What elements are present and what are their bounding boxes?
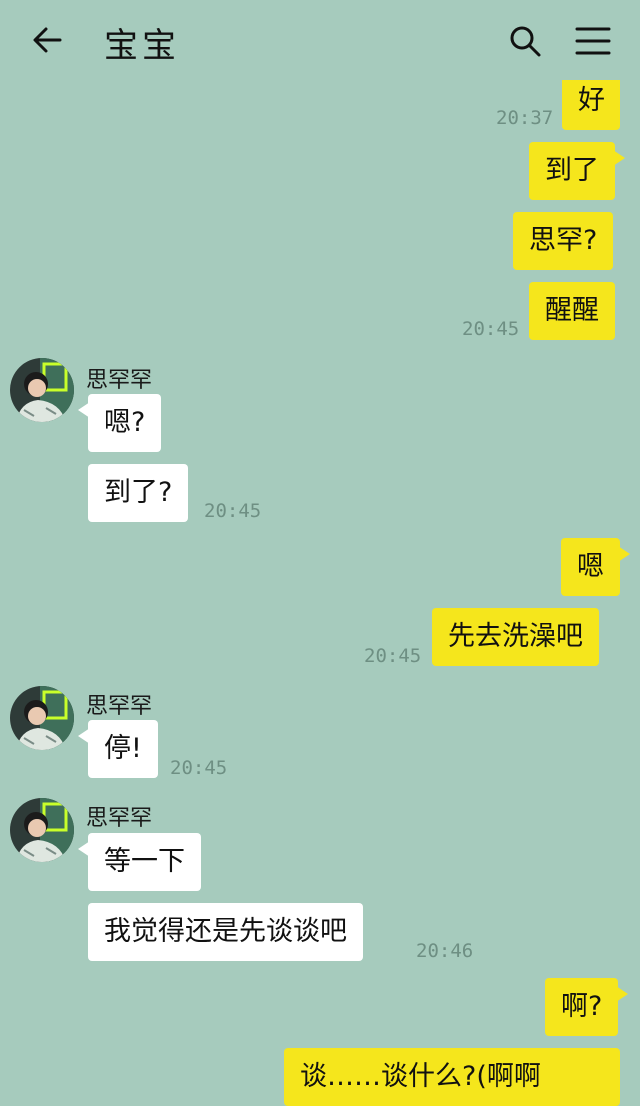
search-button[interactable] <box>506 22 546 62</box>
avatar-image <box>10 686 74 750</box>
avatar-image <box>10 358 74 422</box>
timestamp: 20:37 <box>496 107 554 129</box>
sender-name: 思罕罕 <box>86 806 153 831</box>
message-text: 我觉得还是先谈谈吧 <box>104 916 347 947</box>
my-message-bubble[interactable]: 醒醒 <box>529 282 615 340</box>
my-message-bubble[interactable]: 嗯 <box>561 538 630 596</box>
avatar[interactable] <box>10 798 74 862</box>
message-text: 嗯 <box>577 551 604 582</box>
message-text: 停! <box>104 733 142 764</box>
my-message-bubble[interactable]: 思罕? <box>513 212 614 270</box>
sender-name: 思罕罕 <box>86 694 153 719</box>
timestamp: 20:45 <box>204 500 262 522</box>
menu-button[interactable] <box>574 24 612 58</box>
message-text: 思罕? <box>529 225 598 256</box>
search-icon <box>510 26 541 57</box>
chat-title: 宝宝 <box>104 26 180 66</box>
timestamp: 20:45 <box>170 757 228 779</box>
sender-name: 思罕罕 <box>86 368 153 393</box>
their-message-bubble[interactable]: 等一下 <box>78 833 201 891</box>
my-message-bubble[interactable]: 啊? <box>545 978 629 1036</box>
menu-icon <box>575 27 611 55</box>
avatar[interactable] <box>10 358 74 422</box>
avatar[interactable] <box>10 686 74 750</box>
message-text: 好 <box>578 85 605 116</box>
timestamp: 20:45 <box>364 645 422 667</box>
avatar-image <box>10 798 74 862</box>
my-message-bubble[interactable]: 谈……谈什么?(啊啊 <box>284 1048 620 1106</box>
message-text: 先去洗澡吧 <box>448 621 583 652</box>
my-message-bubble[interactable]: 先去洗澡吧 <box>432 608 599 666</box>
message-text: 谈……谈什么?(啊啊 <box>300 1061 541 1092</box>
back-button[interactable] <box>30 22 70 58</box>
message-text: 到了? <box>104 477 173 508</box>
message-text: 醒醒 <box>545 295 599 326</box>
my-message-bubble[interactable]: 好 <box>562 80 620 130</box>
message-text: 啊? <box>561 991 603 1022</box>
timestamp: 20:46 <box>416 940 474 962</box>
arrow-left-icon <box>33 27 62 53</box>
their-message-bubble[interactable]: 到了? <box>88 464 189 522</box>
message-text: 嗯? <box>104 407 146 438</box>
top-bar: 宝宝 <box>0 0 640 80</box>
timestamp: 20:45 <box>462 318 520 340</box>
their-message-bubble[interactable]: 我觉得还是先谈谈吧 <box>88 903 363 961</box>
my-message-bubble[interactable]: 到了 <box>529 142 625 200</box>
their-message-bubble[interactable]: 嗯? <box>77 394 162 452</box>
their-message-bubble[interactable]: 停! <box>78 720 158 778</box>
message-text: 到了 <box>545 155 599 186</box>
message-text: 等一下 <box>104 846 185 877</box>
